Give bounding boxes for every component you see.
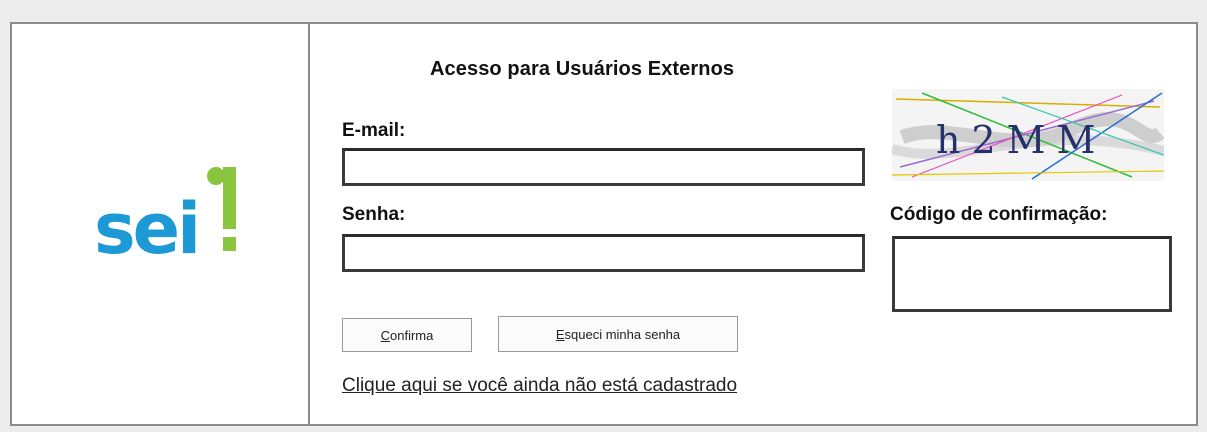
logo-exclamation-dot — [223, 237, 236, 251]
logo-dot — [207, 167, 225, 185]
logo-exclamation-bar — [223, 167, 236, 229]
sei-logo: sei — [94, 167, 236, 269]
email-field[interactable] — [342, 148, 865, 186]
form-title: Acesso para Usuários Externos — [430, 58, 735, 80]
confirm-accesskey: C — [380, 327, 391, 343]
captcha-image: h2MM — [892, 89, 1164, 181]
forgot-label-rest: squeci minha senha — [564, 326, 681, 342]
logo-text: sei — [94, 188, 198, 269]
captcha-label: Código de confirmação: — [890, 204, 1108, 225]
login-box: sei Acesso para Usuários Externos E-mail… — [10, 22, 1198, 426]
password-field[interactable] — [342, 234, 865, 272]
logo-panel: sei — [12, 24, 310, 424]
register-link[interactable]: Clique aqui se você ainda não está cadas… — [342, 375, 737, 397]
page: sei Acesso para Usuários Externos E-mail… — [0, 0, 1207, 432]
captcha-text: h2MM — [936, 118, 1106, 162]
confirm-label-rest: onfirma — [390, 327, 434, 343]
email-label: E-mail: — [342, 120, 406, 141]
forgot-accesskey: E — [555, 326, 565, 342]
forgot-password-button[interactable]: Esqueci minha senha — [498, 316, 738, 352]
password-label: Senha: — [342, 204, 406, 225]
confirm-button[interactable]: Confirma — [342, 318, 472, 352]
captcha-field[interactable] — [892, 236, 1172, 312]
